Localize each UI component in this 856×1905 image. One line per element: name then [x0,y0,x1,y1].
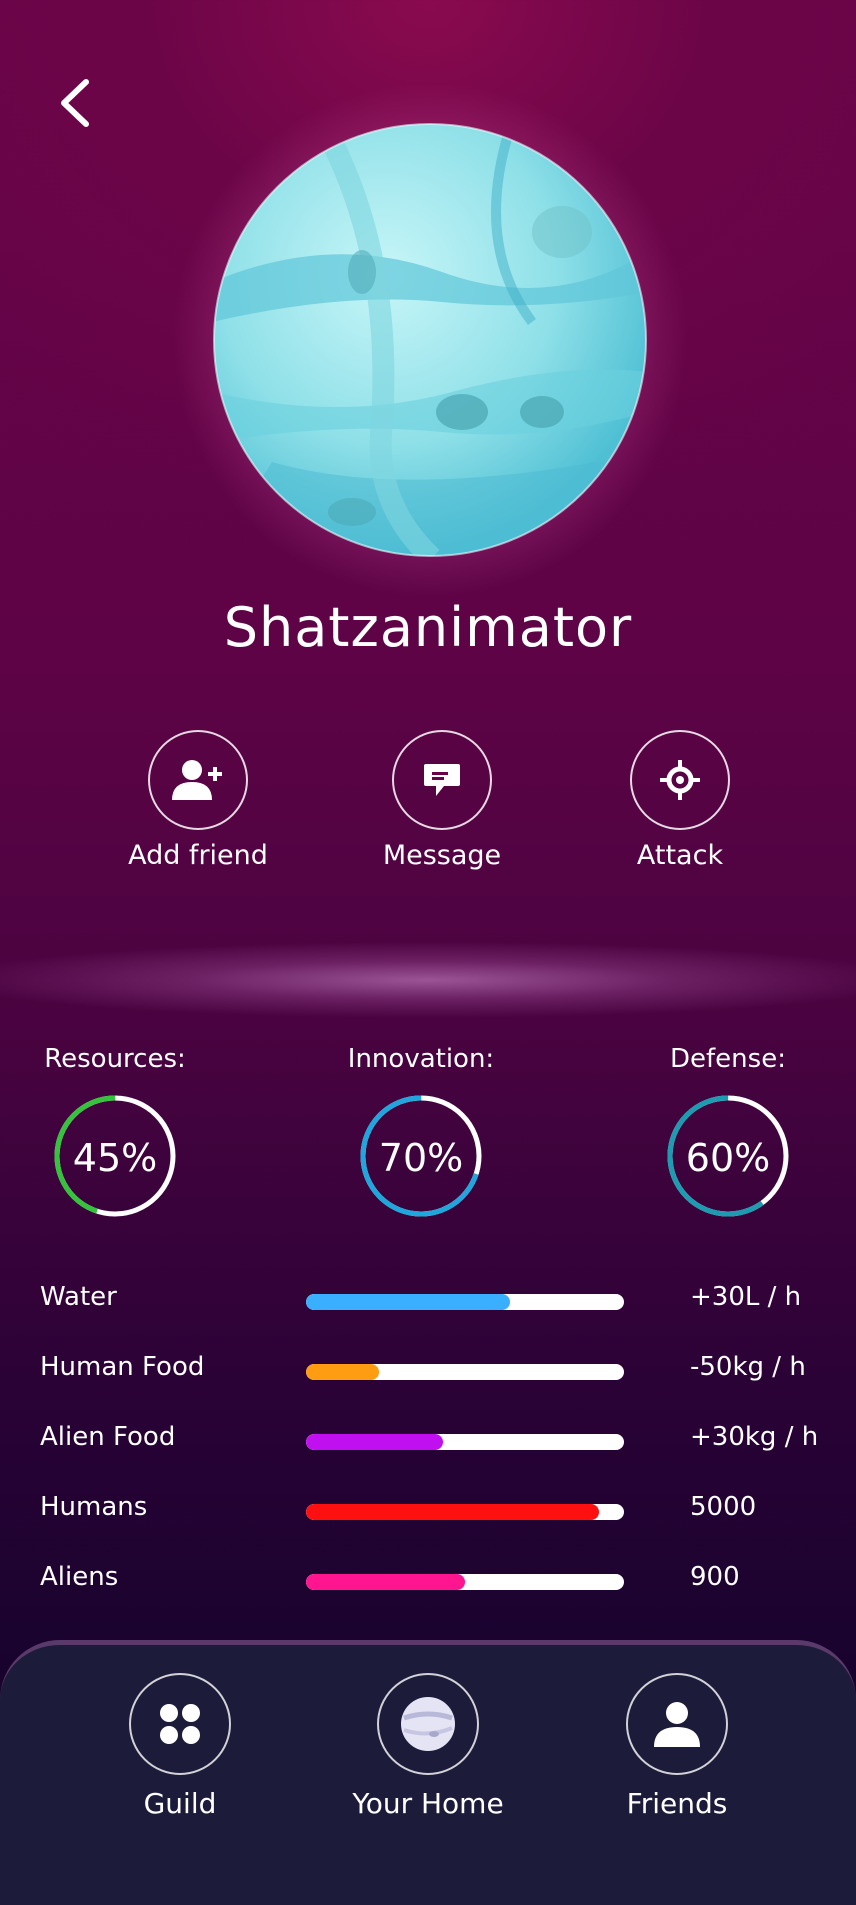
resource-name: Humans [40,1492,148,1522]
stat-resources: Resources: 45% [30,1044,200,1220]
user-icon [654,1702,700,1747]
resource-bar-fill [306,1434,443,1450]
resource-bar [306,1574,624,1590]
resource-bar-fill [306,1294,510,1310]
resource-row-aliens: Aliens 900 [40,1562,840,1602]
attack-label: Attack [636,840,724,871]
message-icon [424,764,460,796]
stat-defense: Defense: 60% [643,1044,813,1220]
message-button[interactable]: Message [342,730,542,871]
page-title: Shatzanimator [223,596,633,659]
nav-guild[interactable]: Guild [70,1673,290,1820]
bottom-nav: Guild Your Home Friends [0,1640,856,1905]
resource-name: Alien Food [40,1422,176,1452]
planet-icon [401,1697,455,1751]
attack-button[interactable]: Attack [580,730,780,871]
divider-glow [0,935,856,1025]
resource-row-human-food: Human Food -50kg / h [40,1352,840,1392]
resource-value: 5000 [690,1492,757,1522]
resource-name: Water [40,1282,117,1312]
chevron-left-icon [61,79,89,127]
resource-bar [306,1504,624,1520]
add-friend-label: Add friend [128,840,268,871]
nav-friends-label: Friends [626,1787,728,1820]
resource-value: 900 [690,1562,740,1592]
resource-name: Human Food [40,1352,205,1382]
stat-label: Innovation: [347,1044,495,1074]
planet-image [212,122,648,558]
back-button[interactable] [56,78,96,128]
nav-friends[interactable]: Friends [567,1673,787,1820]
action-buttons: Add friend Message Attack [0,730,856,880]
stat-innovation: Innovation: 70% [336,1044,506,1220]
resource-bar-fill [306,1364,380,1380]
stat-label: Resources: [44,1044,186,1074]
stat-percent: 45% [72,1136,158,1180]
resource-value: -50kg / h [690,1352,806,1382]
add-friend-button[interactable]: Add friend [98,730,298,871]
resource-bar [306,1434,624,1450]
resource-name: Aliens [40,1562,119,1592]
add-user-icon [172,760,222,800]
resource-value: +30L / h [690,1282,802,1312]
resource-bar-fill [306,1504,599,1520]
grid-icon [160,1704,200,1744]
resource-row-humans: Humans 5000 [40,1492,840,1532]
resource-bar [306,1364,624,1380]
stat-label: Defense: [670,1044,786,1074]
nav-your-home-label: Your Home [352,1787,504,1820]
nav-guild-label: Guild [143,1787,217,1820]
resource-bar-fill [306,1574,465,1590]
resource-value: +30kg / h [690,1422,819,1452]
resource-row-water: Water +30L / h [40,1282,840,1322]
stat-percent: 60% [685,1136,771,1180]
stat-percent: 70% [378,1136,464,1180]
nav-your-home[interactable]: Your Home [318,1673,538,1820]
message-label: Message [382,840,502,871]
resource-bar [306,1294,624,1310]
crosshair-icon [660,760,700,800]
resource-row-alien-food: Alien Food +30kg / h [40,1422,840,1462]
